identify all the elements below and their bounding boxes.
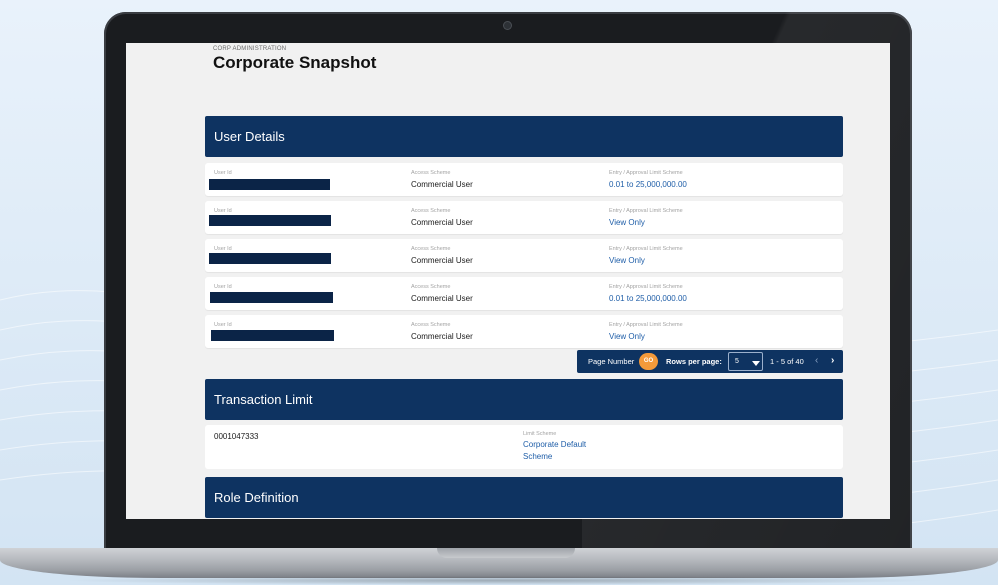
chevron-right-icon[interactable]: › <box>831 356 834 366</box>
rows-per-page-label: Rows per page: <box>666 357 722 366</box>
webcam-icon <box>504 22 511 29</box>
laptop-screen: CORP ADMINISTRATION Corporate Snapshot U… <box>126 43 890 519</box>
page-eyebrow: CORP ADMINISTRATION <box>213 46 287 52</box>
page-header: CORP ADMINISTRATION Corporate Snapshot <box>213 46 376 73</box>
user-id-label: User Id <box>214 284 232 290</box>
user-id-label: User Id <box>214 322 232 328</box>
user-id-label: User Id <box>214 246 232 252</box>
section-user-details[interactable]: User Details <box>205 116 843 157</box>
limit-scheme-link[interactable]: 0.01 to 25,000,000.00 <box>609 294 687 303</box>
limit-scheme-label: Entry / Approval Limit Scheme <box>609 246 683 252</box>
access-scheme-label: Access Scheme <box>411 170 451 176</box>
page-number-label: Page Number <box>588 357 635 366</box>
redacted-user-id <box>211 330 334 341</box>
user-id-label: User Id <box>214 170 232 176</box>
limit-scheme-link[interactable]: 0.01 to 25,000,000.00 <box>609 180 687 189</box>
limit-scheme-label: Limit Scheme <box>523 431 557 437</box>
section-title-user-details: User Details <box>214 129 285 144</box>
access-scheme-value: Commercial User <box>411 218 473 227</box>
limit-scheme-label: Entry / Approval Limit Scheme <box>609 170 683 176</box>
section-transaction-limit[interactable]: Transaction Limit <box>205 379 843 420</box>
limit-scheme-label: Entry / Approval Limit Scheme <box>609 284 683 290</box>
laptop-shadow <box>60 576 938 585</box>
limit-scheme-label: Entry / Approval Limit Scheme <box>609 322 683 328</box>
limit-scheme-link[interactable]: View Only <box>609 332 645 341</box>
limit-scheme-label: Entry / Approval Limit Scheme <box>609 208 683 214</box>
redacted-user-id <box>209 253 331 264</box>
rows-per-page-select[interactable]: 5 <box>728 352 763 371</box>
chevron-down-icon <box>752 361 760 366</box>
page-range: 1 - 5 of 40 <box>770 357 804 366</box>
access-scheme-value: Commercial User <box>411 256 473 265</box>
transaction-limit-card: 0001047333 Limit Scheme Corporate Defaul… <box>205 425 843 469</box>
page-title: Corporate Snapshot <box>213 53 377 72</box>
chevron-left-icon[interactable]: ‹ <box>815 356 818 366</box>
access-scheme-value: Commercial User <box>411 294 473 303</box>
limit-scheme-link[interactable]: View Only <box>609 256 645 265</box>
section-role-definition[interactable]: Role Definition <box>205 477 843 518</box>
section-title-role-definition: Role Definition <box>214 490 299 505</box>
access-scheme-value: Commercial User <box>411 332 473 341</box>
limit-scheme-link[interactable]: View Only <box>609 218 645 227</box>
rows-per-page-value: 5 <box>735 358 739 365</box>
limit-scheme-link-line2[interactable]: Scheme <box>523 452 552 461</box>
access-scheme-value: Commercial User <box>411 180 473 189</box>
pagination-bar: Page Number GO Rows per page: 5 1 - 5 of… <box>577 350 843 373</box>
go-button[interactable]: GO <box>639 353 658 370</box>
access-scheme-label: Access Scheme <box>411 246 451 252</box>
redacted-user-id <box>209 179 330 190</box>
user-row[interactable]: User Id Access Scheme Commercial User En… <box>205 277 843 310</box>
account-number: 0001047333 <box>214 432 259 441</box>
user-row[interactable]: User Id Access Scheme Commercial User En… <box>205 201 843 234</box>
laptop-notch <box>437 548 575 558</box>
redacted-user-id <box>210 292 333 303</box>
limit-scheme-link-line1[interactable]: Corporate Default <box>523 440 586 449</box>
access-scheme-label: Access Scheme <box>411 208 451 214</box>
user-row[interactable]: User Id Access Scheme Commercial User En… <box>205 163 843 196</box>
access-scheme-label: Access Scheme <box>411 322 451 328</box>
redacted-user-id <box>209 215 331 226</box>
access-scheme-label: Access Scheme <box>411 284 451 290</box>
section-title-transaction-limit: Transaction Limit <box>214 392 313 407</box>
user-id-label: User Id <box>214 208 232 214</box>
user-row[interactable]: User Id Access Scheme Commercial User En… <box>205 239 843 272</box>
user-row[interactable]: User Id Access Scheme Commercial User En… <box>205 315 843 348</box>
